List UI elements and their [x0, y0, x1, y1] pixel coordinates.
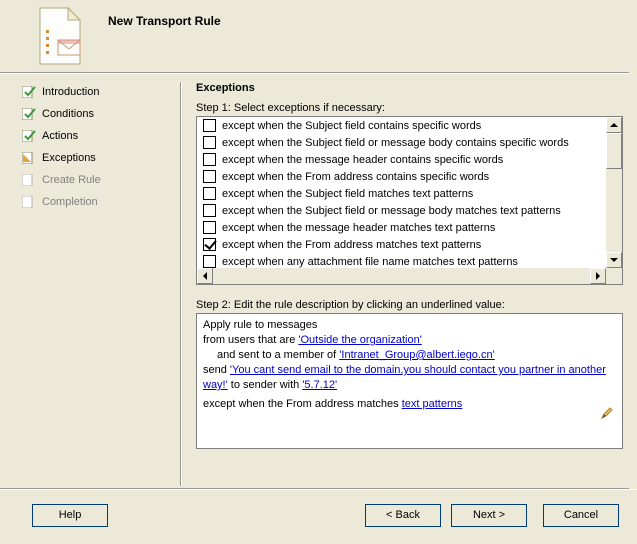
exception-label: except when the message header contains … [222, 154, 503, 166]
cancel-button[interactable]: Cancel [543, 504, 619, 527]
wizard-header: New Transport Rule [0, 0, 637, 74]
sidebar-item-completion[interactable]: Completion [22, 192, 174, 212]
wizard-steps-sidebar: Introduction Conditions Actions Exceptio… [22, 82, 174, 214]
exception-row[interactable]: except when the message header contains … [197, 151, 606, 168]
exceptions-listbox[interactable]: except when the Subject field contains s… [196, 116, 623, 285]
link-group[interactable]: 'Intranet_Group@albert.iego.cn' [339, 349, 494, 361]
exception-checkbox[interactable] [203, 170, 216, 183]
exception-checkbox[interactable] [203, 204, 216, 217]
exception-label: except when the Subject field contains s… [222, 120, 481, 132]
exception-label: except when the From address matches tex… [222, 239, 481, 251]
exception-row[interactable]: except when the Subject field matches te… [197, 185, 606, 202]
section-title: Exceptions [196, 82, 623, 94]
desc-line-except: except when the From address matches tex… [203, 397, 616, 412]
step-current-icon [22, 152, 36, 164]
step-done-icon [22, 86, 36, 98]
sidebar-item-label: Completion [42, 196, 98, 208]
scroll-left-button[interactable] [197, 268, 213, 284]
sidebar-item-create-rule[interactable]: Create Rule [22, 170, 174, 190]
exception-checkbox[interactable] [203, 119, 216, 132]
exception-checkbox[interactable] [203, 255, 216, 268]
exception-row[interactable]: except when the Subject field or message… [197, 134, 606, 151]
exception-row[interactable]: except when the message header matches t… [197, 219, 606, 236]
wizard-footer: Help < Back Next > Cancel [0, 489, 637, 544]
sidebar-item-actions[interactable]: Actions [22, 126, 174, 146]
step-pending-icon [22, 196, 36, 208]
scroll-up-button[interactable] [606, 117, 622, 133]
exception-label: except when the message header matches t… [222, 222, 495, 234]
exception-label: except when the From address contains sp… [222, 171, 489, 183]
rule-description-box: Apply rule to messages from users that a… [196, 313, 623, 449]
scroll-thumb[interactable] [606, 133, 622, 169]
exception-checkbox[interactable] [203, 238, 216, 251]
desc-line-from: from users that are 'Outside the organiz… [203, 333, 616, 348]
exception-row[interactable]: except when the From address matches tex… [197, 236, 606, 253]
scroll-right-button[interactable] [590, 268, 606, 284]
exception-row[interactable]: except when any attachment file name mat… [197, 253, 606, 268]
exception-row[interactable]: except when the From address contains sp… [197, 168, 606, 185]
sidebar-item-label: Conditions [42, 108, 94, 120]
scroll-down-button[interactable] [606, 252, 622, 268]
exception-checkbox[interactable] [203, 221, 216, 234]
desc-line-send: send 'You cant send email to the domain,… [203, 363, 616, 393]
link-status-code[interactable]: '5.7.12' [302, 379, 337, 391]
desc-line-sent-to: and sent to a member of 'Intranet_Group@… [217, 348, 616, 363]
exception-checkbox[interactable] [203, 153, 216, 166]
horizontal-scrollbar[interactable] [197, 268, 606, 284]
wizard-page-icon [34, 6, 84, 68]
sidebar-item-label: Create Rule [42, 174, 101, 186]
exception-checkbox[interactable] [203, 136, 216, 149]
step1-label: Step 1: Select exceptions if necessary: [196, 102, 623, 114]
wizard-title: New Transport Rule [108, 14, 221, 28]
desc-line-apply: Apply rule to messages [203, 318, 616, 333]
help-button[interactable]: Help [32, 504, 108, 527]
link-scope[interactable]: 'Outside the organization' [298, 334, 421, 346]
sidebar-item-exceptions[interactable]: Exceptions [22, 148, 174, 168]
exception-label: except when the Subject field or message… [222, 137, 569, 149]
vertical-separator [180, 82, 182, 486]
exception-row[interactable]: except when the Subject field contains s… [197, 117, 606, 134]
step-done-icon [22, 108, 36, 120]
exception-checkbox[interactable] [203, 187, 216, 200]
sidebar-item-label: Actions [42, 130, 78, 142]
sidebar-item-conditions[interactable]: Conditions [22, 104, 174, 124]
exception-label: except when the Subject field or message… [222, 205, 561, 217]
sidebar-item-label: Introduction [42, 86, 99, 98]
sidebar-item-introduction[interactable]: Introduction [22, 82, 174, 102]
step-done-icon [22, 130, 36, 142]
exception-label: except when the Subject field matches te… [222, 188, 473, 200]
step-pending-icon [22, 174, 36, 186]
next-button[interactable]: Next > [451, 504, 527, 527]
exception-row[interactable]: except when the Subject field or message… [197, 202, 606, 219]
scrollbar-corner [606, 268, 622, 284]
vertical-scrollbar[interactable] [606, 117, 622, 268]
sidebar-item-label: Exceptions [42, 152, 96, 164]
exception-label: except when any attachment file name mat… [222, 256, 518, 268]
edit-pencil-icon[interactable] [600, 406, 614, 420]
main-panel: Exceptions Step 1: Select exceptions if … [196, 82, 623, 486]
link-text-patterns[interactable]: text patterns [402, 398, 463, 410]
back-button[interactable]: < Back [365, 504, 441, 527]
step2-label: Step 2: Edit the rule description by cli… [196, 299, 623, 311]
